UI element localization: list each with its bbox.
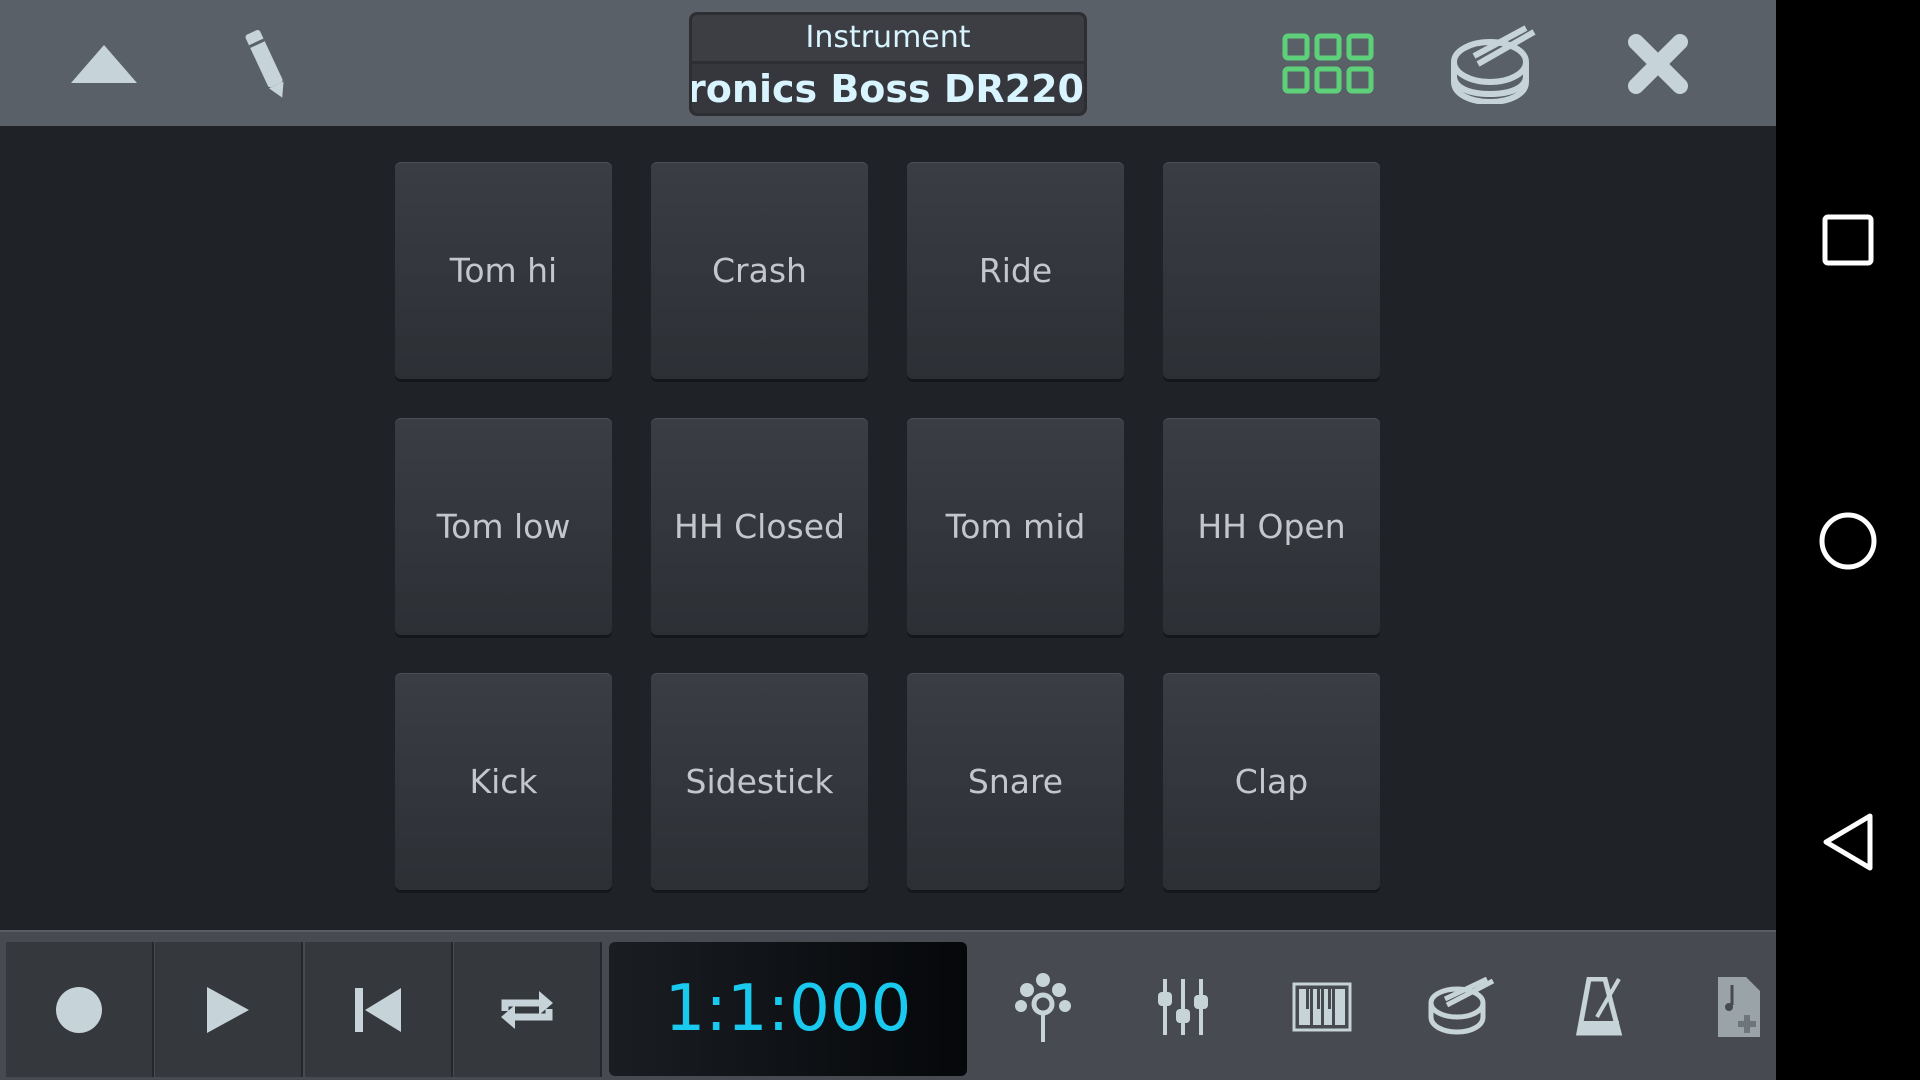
- loop-button[interactable]: [454, 942, 602, 1077]
- grid-icon[interactable]: [1282, 32, 1374, 96]
- home-icon[interactable]: [1818, 511, 1878, 571]
- pad-crash[interactable]: Crash: [651, 162, 868, 379]
- pencil-icon[interactable]: [235, 25, 299, 105]
- pad-hh-open[interactable]: HH Open: [1163, 418, 1380, 635]
- back-icon[interactable]: [1820, 812, 1876, 872]
- rewind-button[interactable]: [305, 942, 453, 1077]
- pad-tom-mid[interactable]: Tom mid: [907, 418, 1124, 635]
- android-nav-bar: [1776, 0, 1920, 1080]
- piano-icon[interactable]: [1292, 972, 1352, 1042]
- instrument-name: Electronics Boss DR220: [692, 61, 1084, 113]
- metronome-icon[interactable]: [1570, 972, 1630, 1042]
- top-bar: Instrument Electronics Boss DR220: [0, 0, 1776, 126]
- pad-hh-closed[interactable]: HH Closed: [651, 418, 868, 635]
- instrument-selector[interactable]: Instrument Electronics Boss DR220: [689, 12, 1087, 116]
- pad-kick[interactable]: Kick: [395, 673, 612, 890]
- recents-icon[interactable]: [1822, 214, 1874, 266]
- record-icon: [56, 986, 102, 1033]
- transport-bar: 1:1:000: [0, 930, 1776, 1080]
- loop-icon: [501, 990, 553, 1029]
- drum-icon[interactable]: [1427, 972, 1497, 1042]
- fx-icon[interactable]: [1013, 972, 1073, 1042]
- skip-back-icon: [355, 987, 401, 1032]
- add-note-file-icon[interactable]: [1710, 972, 1766, 1042]
- pad-tom-low[interactable]: Tom low: [395, 418, 612, 635]
- up-arrow-icon[interactable]: [68, 40, 140, 88]
- pad-clap[interactable]: Clap: [1163, 673, 1380, 890]
- play-button[interactable]: [155, 942, 303, 1077]
- record-button[interactable]: [6, 942, 154, 1077]
- pad-empty[interactable]: [1163, 162, 1380, 379]
- drum-icon[interactable]: [1448, 24, 1540, 104]
- drum-pad-grid: Tom hi Crash Ride Tom low HH Closed Tom …: [0, 126, 1776, 930]
- pad-ride[interactable]: Ride: [907, 162, 1124, 379]
- time-display: 1:1:000: [609, 942, 967, 1076]
- pad-snare[interactable]: Snare: [907, 673, 1124, 890]
- close-icon[interactable]: [1624, 30, 1692, 98]
- pad-sidestick[interactable]: Sidestick: [651, 673, 868, 890]
- instrument-label: Instrument: [692, 15, 1084, 61]
- play-icon: [207, 986, 249, 1033]
- mixer-icon[interactable]: [1153, 972, 1213, 1042]
- pad-tom-hi[interactable]: Tom hi: [395, 162, 612, 379]
